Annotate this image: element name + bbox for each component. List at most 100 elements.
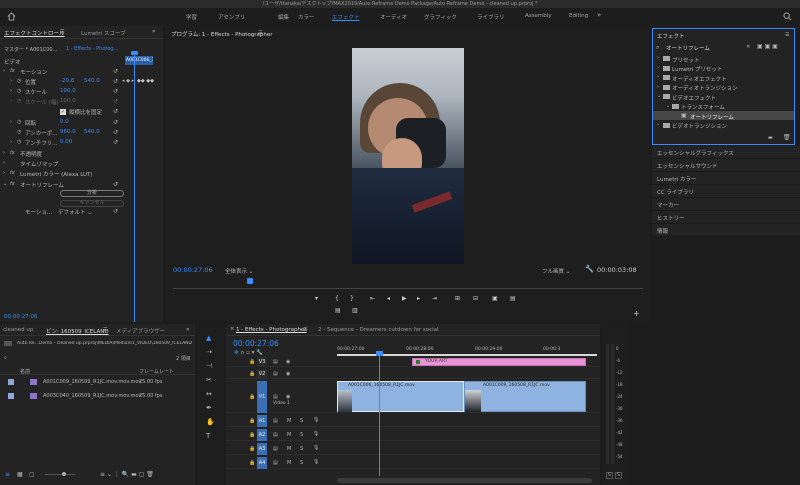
export-frame-icon[interactable]: ▣ [492, 295, 498, 302]
go-to-out-icon[interactable]: ⇥ [432, 295, 437, 302]
effects-folder[interactable]: ⌄ トランスフォーム [653, 102, 794, 112]
in-point-icon[interactable]: { [335, 295, 339, 302]
position-y-value[interactable]: 540.0 [84, 78, 100, 84]
trash-icon[interactable]: 🗑 [783, 134, 791, 141]
panel-menu-icon[interactable]: ☰ [258, 30, 262, 36]
side-panel-item[interactable]: 情報 [652, 224, 800, 237]
lock-icon[interactable]: 🔒 [249, 432, 255, 438]
panel-menu-icon[interactable]: ☰ [303, 327, 307, 333]
solo-left-button[interactable]: S [606, 472, 613, 479]
solo-button[interactable]: S [300, 432, 303, 438]
solo-right-button[interactable]: S [615, 472, 622, 479]
video-track[interactable]: 🔒 V2 ▤ ◉ [226, 369, 600, 379]
program-playhead[interactable] [247, 278, 253, 284]
home-icon[interactable] [7, 12, 16, 21]
tab-sequence-1[interactable]: 1 - Effects - Photographer [236, 327, 307, 333]
lock-icon[interactable]: 🔒 [249, 394, 255, 400]
rotation-value[interactable]: 0.0 [60, 119, 69, 125]
zoom-slider-handle[interactable] [62, 472, 66, 476]
voiceover-mic-icon[interactable]: 🎙 [313, 445, 319, 451]
button-editor-icon[interactable]: ▤ [335, 307, 341, 314]
analyze-button[interactable]: 分析 [60, 190, 124, 197]
stopwatch-icon[interactable]: ◷ [17, 139, 21, 145]
icon-view-icon[interactable]: ▦ [17, 471, 23, 478]
effects-folder[interactable]: › オーディオトランジション [653, 83, 794, 93]
graphic-clip[interactable]: YOUR ART [412, 358, 586, 366]
clear-search-icon[interactable]: ✕ [746, 44, 750, 50]
list-item[interactable]: A001C009_160509_R1JC.mov.mov.mov 25.00 fp… [0, 376, 195, 388]
stopwatch-icon[interactable]: ◷ [17, 119, 21, 125]
pen-tool-icon[interactable]: ✒ [206, 404, 212, 412]
overwrite-icon[interactable]: ⊟ [473, 295, 478, 302]
track-target[interactable]: A4 [257, 457, 267, 469]
voiceover-mic-icon[interactable]: 🎙 [313, 431, 319, 437]
lock-icon[interactable]: 🔒 [249, 460, 255, 466]
voiceover-mic-icon[interactable]: 🎙 [313, 417, 319, 423]
timeline-scrollbar[interactable] [337, 478, 592, 483]
scale-value[interactable]: 100.0 [60, 88, 76, 94]
side-panel-item[interactable]: Lumetri カラー [652, 172, 800, 185]
tab-media-browser[interactable]: メディアブラウザー [116, 327, 165, 335]
motion-row[interactable]: › fx モーション ↺ [0, 68, 163, 78]
track-target[interactable]: A3 [257, 443, 267, 455]
opacity-row[interactable]: › fx 不透明度 [0, 150, 163, 160]
sync-lock-icon[interactable]: ▤ [273, 359, 278, 365]
mute-button[interactable]: M [287, 432, 291, 438]
lumetri-row[interactable]: › fx Lumetri カラー (Alexa LUT) [0, 170, 163, 180]
solo-button[interactable]: S [300, 418, 303, 424]
panel-expand-icon[interactable]: » [186, 326, 190, 333]
go-to-in-icon[interactable]: ⇤ [370, 295, 375, 302]
workspace-tab[interactable]: 学習 [186, 13, 197, 21]
out-point-icon[interactable]: } [350, 295, 354, 302]
workspace-tab[interactable]: アセンブリ [218, 13, 245, 21]
chevron-down-icon[interactable]: ⌄ [657, 93, 661, 99]
tab-bin[interactable]: ビン: 160509_ICELAND [46, 327, 109, 335]
lock-icon[interactable]: 🔒 [249, 371, 255, 377]
mute-button[interactable]: M [287, 460, 291, 466]
tab-effect-controls[interactable]: エフェクトコントロール [4, 29, 65, 37]
reset-icon[interactable]: ↺ [113, 78, 118, 85]
stopwatch-icon[interactable]: ◷ [17, 78, 21, 84]
voiceover-mic-icon[interactable]: 🎙 [313, 459, 319, 465]
effects-folder[interactable]: ⌄ ビデオエフェクト [653, 92, 794, 102]
play-icon[interactable]: ▶ [402, 295, 407, 302]
mute-button[interactable]: M [287, 418, 291, 424]
marker-icon[interactable]: ▾ [315, 295, 318, 302]
zoom-slider[interactable] [45, 474, 75, 475]
workspace-tab[interactable]: グラフィック [424, 13, 457, 21]
safe-margins-icon[interactable]: ▥ [352, 307, 358, 314]
sequence-clip-label[interactable]: 1 - Effects - Photog... [66, 46, 118, 52]
reset-icon[interactable]: ↺ [113, 139, 118, 146]
anchor-x-value[interactable]: 960.0 [60, 129, 76, 135]
audio-track[interactable]: 🔒 A2 ▤ M S 🎙 [226, 429, 600, 441]
insert-icon[interactable]: ⊞ [455, 295, 460, 302]
timeline-tools[interactable]: ✥ ∩ ▫ ▾ 🔧 [234, 350, 263, 356]
time-remap-row[interactable]: › タイムリマップ [0, 160, 163, 170]
quality-select[interactable]: フル画質 ⌄ [542, 267, 570, 275]
video-clip[interactable]: A001C009_160508_R1JC.mov [464, 381, 586, 412]
step-back-icon[interactable]: ◂ [387, 295, 390, 302]
tab-project[interactable]: cleaned up [3, 327, 33, 333]
keyframe-nav[interactable]: ◂ ◆ ▸ [122, 78, 134, 84]
effect-item[interactable]: ▣ オートリフレーム [653, 111, 794, 121]
label-color-swatch[interactable] [8, 393, 14, 399]
compare-icon[interactable]: ▤ [510, 295, 516, 302]
reset-icon[interactable]: ↺ [113, 119, 118, 126]
audio-track[interactable]: 🔒 A4 ▤ M S 🎙 [226, 457, 600, 469]
timeline-playhead-line[interactable] [379, 351, 380, 476]
label-color-swatch[interactable] [8, 379, 14, 385]
sync-lock-icon[interactable]: ▤ [273, 446, 278, 452]
sync-lock-icon[interactable]: ▤ [273, 460, 278, 466]
search-icon[interactable] [783, 12, 792, 21]
ec-timecode[interactable]: 00:00:27:06 [4, 314, 38, 320]
stopwatch-icon[interactable]: ◷ [17, 98, 21, 104]
lock-icon[interactable]: 🔒 [249, 446, 255, 452]
workspace-tab[interactable]: ライブラリ [477, 13, 505, 21]
effects-search-input[interactable]: オートリフレーム [666, 44, 746, 52]
tab-sequence-2[interactable]: 2 - Sequence - Dreamers cutdown for soci… [318, 327, 439, 333]
side-panel-item[interactable]: マーカー [652, 198, 800, 211]
master-clip-label[interactable]: マスター * A001C00... [4, 46, 57, 53]
effects-folder[interactable]: › オーディオエフェクト [653, 73, 794, 83]
position-x-value[interactable]: -20.8 [60, 78, 74, 84]
side-panel-item[interactable]: CC ライブラリ [652, 185, 800, 198]
